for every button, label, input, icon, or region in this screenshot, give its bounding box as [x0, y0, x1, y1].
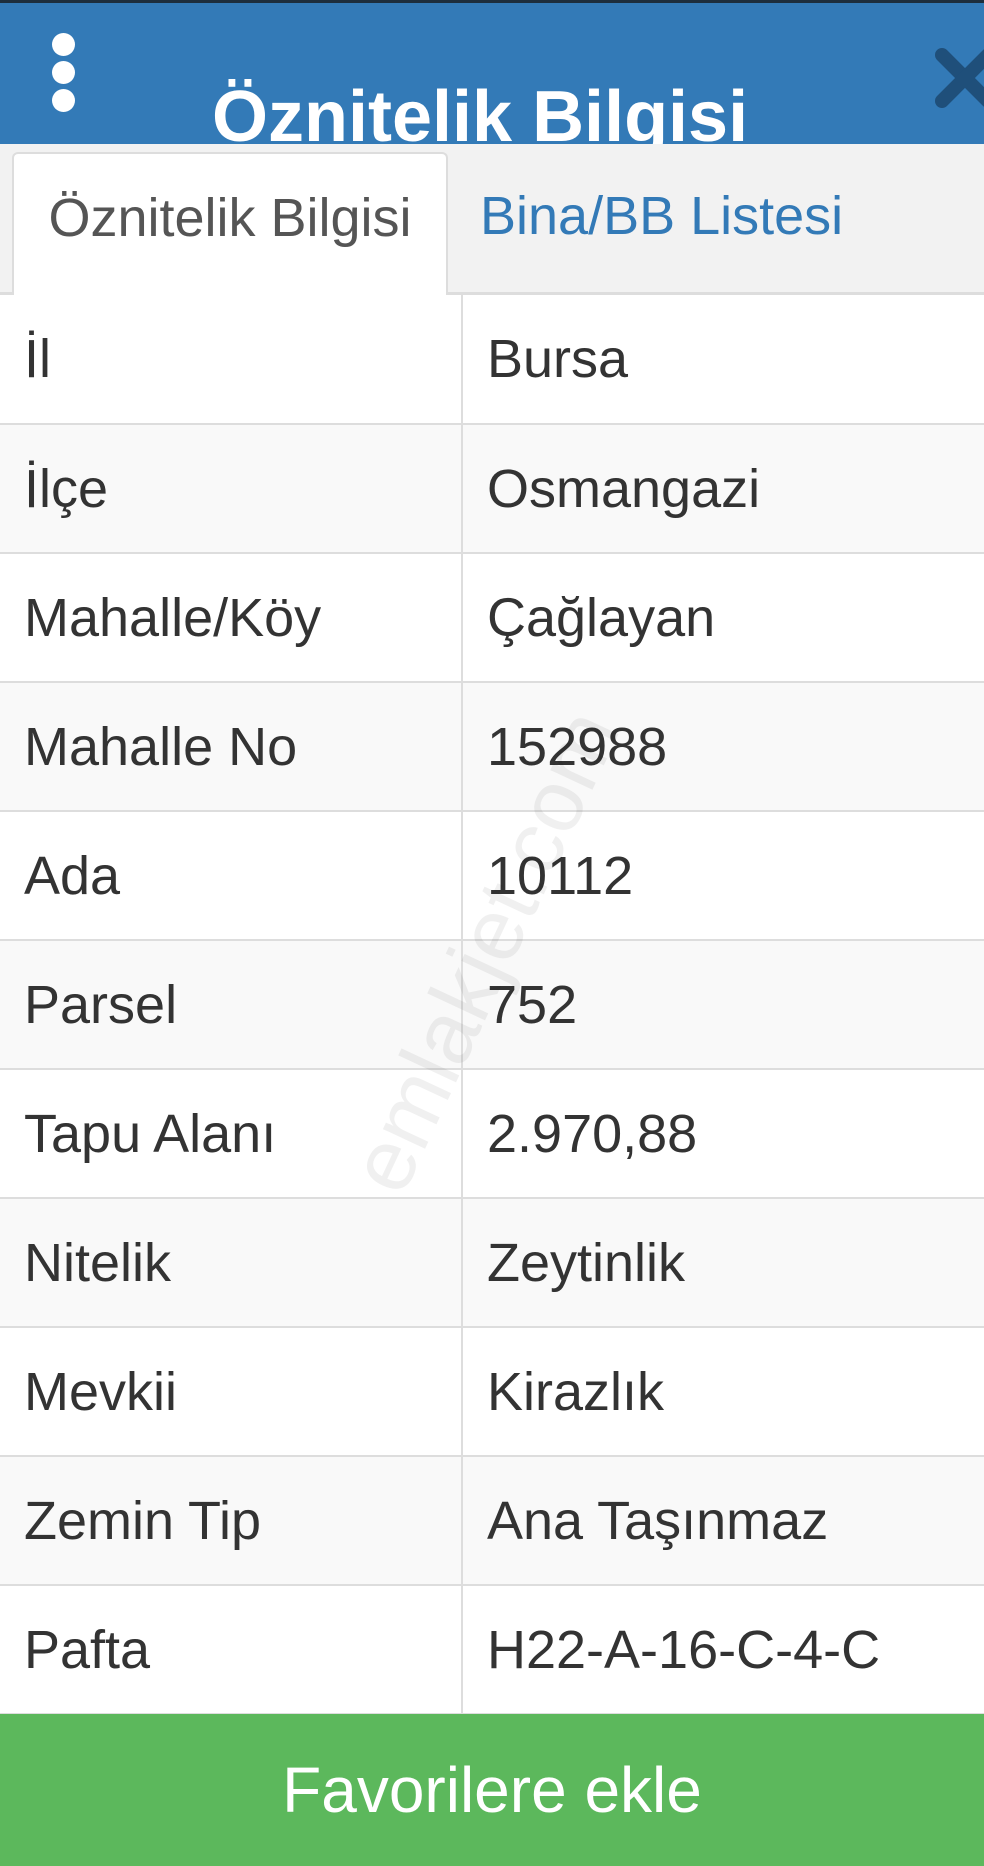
attribute-table: İl Bursa İlçe Osmangazi Mahalle/Köy Çağl…	[0, 295, 984, 1715]
attribute-value: 152988	[462, 682, 984, 812]
attribute-key: İl	[0, 295, 463, 425]
table-row: Mahalle/Köy Çağlayan	[0, 553, 984, 683]
close-icon[interactable]	[930, 43, 984, 113]
kebab-menu-icon[interactable]	[50, 33, 78, 113]
attribute-value: Bursa	[462, 295, 984, 425]
attribute-key: Parsel	[0, 940, 463, 1070]
attribute-value: Çağlayan	[462, 553, 984, 683]
attribute-key: İlçe	[0, 424, 463, 554]
table-row: Pafta H22-A-16-C-4-C	[0, 1585, 984, 1715]
table-row: Tapu Alanı 2.970,88	[0, 1069, 984, 1199]
tab-attribute-info[interactable]: Öznitelik Bilgisi	[12, 152, 448, 295]
attribute-value: Zeytinlik	[462, 1198, 984, 1328]
attribute-key: Mahalle No	[0, 682, 463, 812]
table-row: Mevkii Kirazlık	[0, 1327, 984, 1457]
attribute-key: Ada	[0, 811, 463, 941]
table-row: İl Bursa	[0, 295, 984, 425]
attribute-value: 10112	[462, 811, 984, 941]
attribute-key: Mevkii	[0, 1327, 463, 1457]
attribute-value: 752	[462, 940, 984, 1070]
tab-bar: Öznitelik Bilgisi Bina/BB Listesi	[0, 144, 984, 295]
attribute-value: Kirazlık	[462, 1327, 984, 1457]
attribute-key: Mahalle/Köy	[0, 553, 463, 683]
attribute-key: Nitelik	[0, 1198, 463, 1328]
attribute-value: Ana Taşınmaz	[462, 1456, 984, 1586]
table-row: Mahalle No 152988	[0, 682, 984, 812]
table-row: Ada 10112	[0, 811, 984, 941]
dialog-title: Öznitelik Bilgisi	[212, 77, 749, 144]
attribute-value: Osmangazi	[462, 424, 984, 554]
table-row: Parsel 752	[0, 940, 984, 1070]
table-row: İlçe Osmangazi	[0, 424, 984, 554]
tab-building-list[interactable]: Bina/BB Listesi	[480, 152, 960, 295]
add-to-favorites-button[interactable]: Favorilere ekle	[0, 1714, 984, 1866]
table-row: Nitelik Zeytinlik	[0, 1198, 984, 1328]
attribute-key: Pafta	[0, 1585, 463, 1715]
attribute-value: H22-A-16-C-4-C	[462, 1585, 984, 1715]
attribute-key: Zemin Tip	[0, 1456, 463, 1586]
attribute-value: 2.970,88	[462, 1069, 984, 1199]
table-row: Zemin Tip Ana Taşınmaz	[0, 1456, 984, 1586]
dialog-header: Öznitelik Bilgisi	[0, 0, 984, 144]
attribute-key: Tapu Alanı	[0, 1069, 463, 1199]
